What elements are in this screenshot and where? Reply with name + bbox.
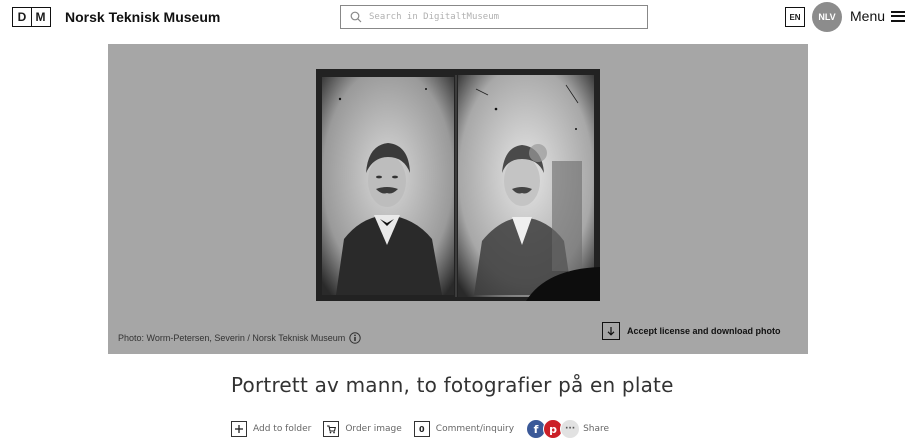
download-icon (602, 322, 620, 340)
logo-letter-d: D (12, 7, 32, 27)
add-to-folder-button[interactable]: Add to folder (231, 421, 311, 437)
photo-credit: Photo: Worm-Petersen, Severin / Norsk Te… (118, 332, 361, 344)
order-image-button[interactable]: Order image (323, 421, 402, 437)
plus-icon (231, 421, 247, 437)
main-photo[interactable] (316, 69, 600, 301)
download-button[interactable]: Accept license and download photo (602, 322, 781, 340)
order-image-label: Order image (345, 424, 402, 434)
more-icon[interactable]: ··· (560, 419, 581, 439)
comment-count: 0 (419, 424, 425, 434)
site-header: D M Norsk Teknisk Museum EN NLV Menu (0, 0, 910, 38)
object-title: Portrett av mann, to fotografier på en p… (231, 373, 674, 397)
cart-icon (323, 421, 340, 437)
search-icon[interactable] (345, 6, 367, 28)
add-to-folder-label: Add to folder (253, 424, 312, 434)
comment-label: Comment/inquiry (435, 424, 515, 434)
menu-button[interactable]: Menu (850, 8, 906, 24)
photo-credit-text: Photo: Worm-Petersen, Severin / Norsk Te… (118, 333, 346, 343)
info-icon[interactable] (349, 332, 361, 344)
avatar[interactable]: NLV (812, 2, 842, 32)
share-button[interactable]: Share (583, 424, 609, 434)
menu-label: Menu (850, 8, 886, 24)
search-box[interactable] (340, 5, 648, 29)
logo[interactable]: D M (12, 7, 51, 27)
social-share-icons: f p ··· (526, 419, 581, 439)
download-label: Accept license and download photo (627, 326, 781, 336)
brand-name[interactable]: Norsk Teknisk Museum (65, 9, 220, 25)
language-button[interactable]: EN (785, 7, 805, 27)
action-bar: Add to folder Order image 0 Comment/inqu… (231, 419, 621, 439)
comment-button[interactable]: 0 Comment/inquiry (413, 421, 515, 437)
search-input[interactable] (367, 7, 647, 27)
hamburger-icon (891, 10, 906, 22)
share-label: Share (583, 424, 610, 434)
comment-icon: 0 (413, 421, 430, 437)
image-stage: Photo: Worm-Petersen, Severin / Norsk Te… (108, 44, 808, 354)
logo-letter-m: M (30, 7, 51, 27)
